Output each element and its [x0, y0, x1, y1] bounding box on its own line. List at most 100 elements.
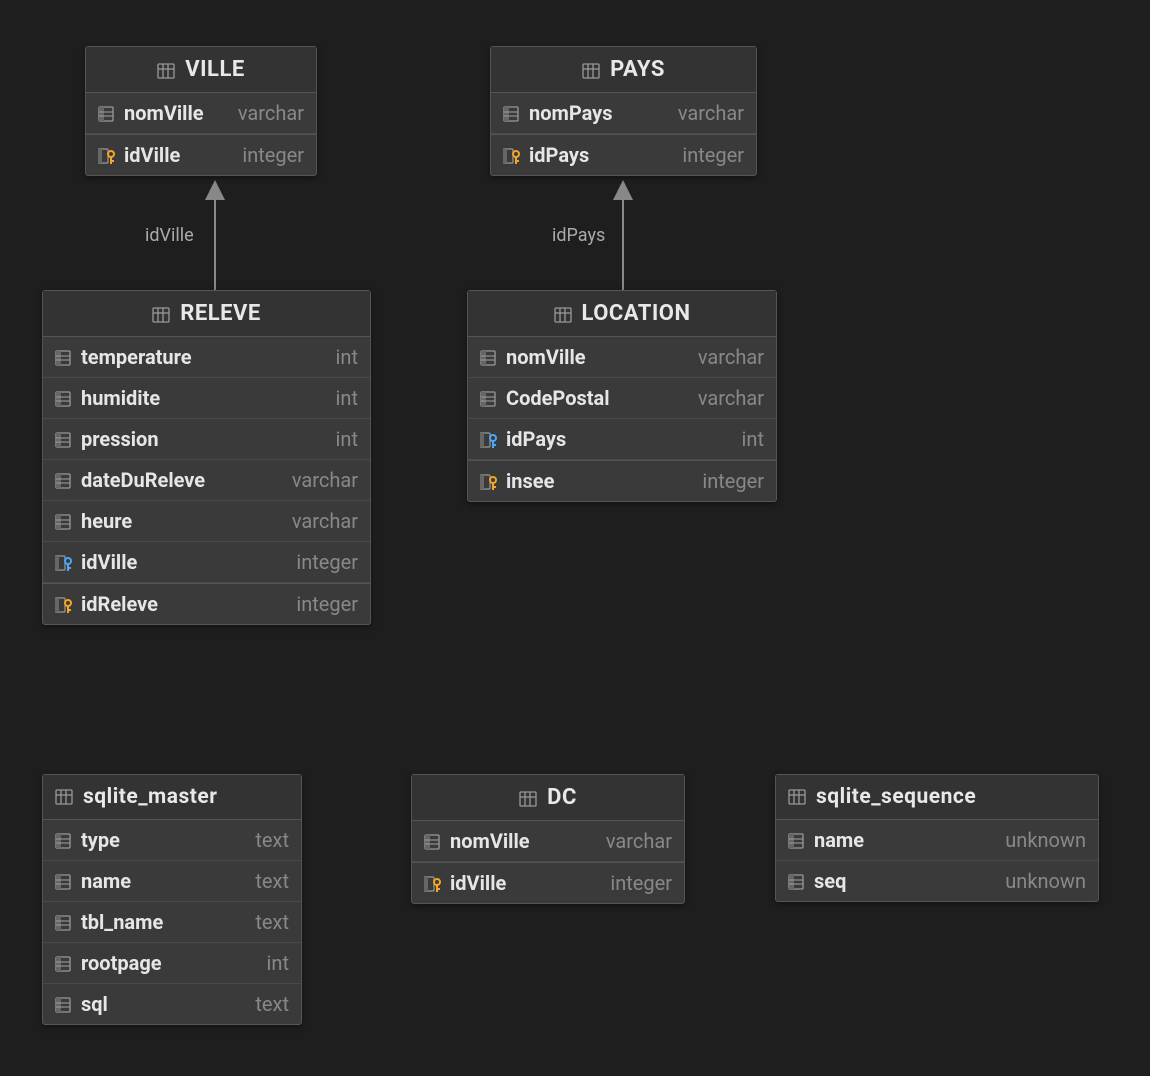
primary-key-icon [98, 146, 116, 164]
column-row[interactable]: insee integer [468, 460, 776, 501]
column-row[interactable]: idVilleinteger [412, 862, 684, 903]
table-title: VILLE [185, 57, 245, 82]
table-header-ville: VILLE [86, 47, 316, 93]
table-icon [788, 788, 806, 806]
column-type: varchar [698, 386, 764, 410]
table-sqlite-sequence[interactable]: sqlite_sequence name unknown sequnknown [775, 774, 1099, 902]
column-icon [55, 913, 73, 931]
table-header-dc: DC [412, 775, 684, 821]
column-name: idPays [529, 143, 589, 167]
column-type: text [255, 992, 289, 1016]
table-releve[interactable]: RELEVE temperatureinthumiditeintpression… [42, 290, 371, 625]
column-row[interactable]: idVilleinteger [43, 542, 370, 583]
table-icon [554, 305, 572, 323]
table-ville[interactable]: VILLE nomVille varchar idVille integer [85, 46, 317, 176]
column-row[interactable]: name text [43, 861, 301, 902]
table-pays[interactable]: PAYS nomPays varchar idPays integer [490, 46, 757, 176]
column-name: nomPays [529, 101, 613, 125]
table-header-sqlite-master: sqlite_master [43, 775, 301, 820]
column-type: varchar [238, 101, 304, 125]
column-row[interactable]: CodePostal varchar [468, 378, 776, 419]
table-location[interactable]: LOCATION nomVillevarcharCodePostalvarcha… [467, 290, 777, 502]
column-type: integer [296, 550, 358, 574]
fk-label-idville: idVille [145, 225, 194, 246]
column-row[interactable]: pression int [43, 419, 370, 460]
column-name: nomVille [450, 829, 530, 853]
column-type: text [255, 828, 289, 852]
column-type: unknown [1005, 828, 1086, 852]
table-header-sqlite-sequence: sqlite_sequence [776, 775, 1098, 820]
column-row[interactable]: nomPays varchar [491, 93, 756, 134]
column-type: varchar [678, 101, 744, 125]
column-name: CodePostal [506, 386, 610, 410]
table-icon [55, 788, 73, 806]
column-name: idPays [506, 427, 566, 451]
column-type: int [336, 427, 358, 451]
column-type: integer [702, 469, 764, 493]
column-name: pression [81, 427, 159, 451]
column-name: nomVille [506, 345, 586, 369]
table-title: sqlite_master [83, 785, 217, 809]
table-title: RELEVE [180, 301, 261, 326]
column-row[interactable]: nomVille varchar [468, 337, 776, 378]
column-row[interactable]: idVille integer [86, 134, 316, 175]
table-dc[interactable]: DC nomVille varchar idVilleinteger [411, 774, 685, 904]
primary-key-icon [424, 874, 442, 892]
table-icon [152, 305, 170, 323]
column-icon [424, 832, 442, 850]
table-title: PAYS [610, 57, 665, 82]
fk-label-idpays: idPays [552, 225, 605, 246]
column-type: varchar [698, 345, 764, 369]
column-type: integer [242, 143, 304, 167]
primary-key-icon [55, 595, 73, 613]
column-name: rootpage [81, 951, 162, 975]
column-type: text [255, 910, 289, 934]
column-row[interactable]: sqltext [43, 984, 301, 1024]
column-icon [503, 104, 521, 122]
column-row[interactable]: sequnknown [776, 861, 1098, 901]
column-icon [55, 348, 73, 366]
table-header-pays: PAYS [491, 47, 756, 93]
column-name: name [814, 828, 864, 852]
table-title: sqlite_sequence [816, 785, 976, 809]
table-title: DC [547, 785, 577, 810]
column-name: name [81, 869, 131, 893]
column-name: heure [81, 509, 132, 533]
column-type: varchar [606, 829, 672, 853]
column-icon [480, 389, 498, 407]
column-row[interactable]: heurevarchar [43, 501, 370, 542]
column-icon [98, 104, 116, 122]
foreign-key-icon [55, 553, 73, 571]
column-row[interactable]: idPaysint [468, 419, 776, 460]
column-icon [55, 831, 73, 849]
column-name: tbl_name [81, 910, 163, 934]
column-row[interactable]: rootpage int [43, 943, 301, 984]
table-sqlite-master[interactable]: sqlite_master typetextnametexttbl_namete… [42, 774, 302, 1025]
column-type: text [255, 869, 289, 893]
column-icon [55, 954, 73, 972]
column-icon [788, 831, 806, 849]
column-row[interactable]: nomVille varchar [86, 93, 316, 134]
column-row[interactable]: typetext [43, 820, 301, 861]
column-row[interactable]: humiditeint [43, 378, 370, 419]
column-row[interactable]: name unknown [776, 820, 1098, 861]
column-icon [55, 995, 73, 1013]
column-name: insee [506, 469, 554, 493]
table-icon [582, 61, 600, 79]
column-icon [55, 389, 73, 407]
column-row[interactable]: temperatureint [43, 337, 370, 378]
column-type: int [267, 951, 289, 975]
column-type: varchar [292, 468, 358, 492]
column-name: idVille [124, 143, 180, 167]
column-row[interactable]: idPays integer [491, 134, 756, 175]
column-icon [480, 348, 498, 366]
column-row[interactable]: dateDuRelevevarchar [43, 460, 370, 501]
primary-key-icon [503, 146, 521, 164]
column-type: integer [682, 143, 744, 167]
primary-key-icon [480, 472, 498, 490]
column-name: seq [814, 869, 846, 893]
column-row[interactable]: idReleveinteger [43, 583, 370, 624]
column-row[interactable]: nomVille varchar [412, 821, 684, 862]
column-row[interactable]: tbl_name text [43, 902, 301, 943]
column-name: nomVille [124, 101, 204, 125]
